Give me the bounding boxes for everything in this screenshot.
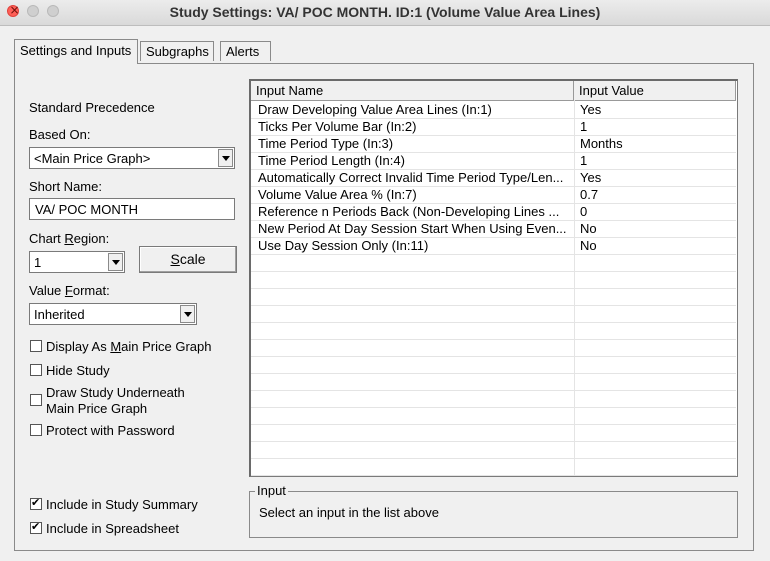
hide-study-label: Hide Study [46,363,110,378]
chart-region-value: 1 [34,255,42,270]
scale-label-part: cale [179,251,206,267]
table-row[interactable]: Volume Value Area % (In:7) 0.7 [251,186,736,204]
chevron-down-icon[interactable] [180,305,195,323]
input-name-cell: Reference n Periods Back (Non-Developing… [258,204,560,219]
input-value-cell[interactable]: 0 [574,203,736,220]
display-as-main-label: Display As Main Price Graph [46,339,211,354]
table-row-empty [251,322,736,340]
table-row-empty [251,458,736,476]
table-row-empty [251,441,736,459]
include-summary-checkbox[interactable] [30,496,42,510]
table-row[interactable]: Reference n Periods Back (Non-Developing… [251,203,736,221]
tab-alerts[interactable]: Alerts [220,41,271,61]
table-row-empty [251,390,736,408]
protect-password-checkbox[interactable] [30,424,42,436]
table-row[interactable]: Time Period Type (In:3) Months [251,135,736,153]
inputs-table-header: Input Name Input Value [251,81,736,101]
standard-precedence-label: Standard Precedence [29,100,155,115]
value-format-label-mnemonic: F [64,283,73,298]
table-row-empty [251,424,736,442]
display-as-main-checkbox[interactable] [30,340,42,352]
input-name-cell: Draw Developing Value Area Lines (In:1) [258,102,492,117]
based-on-value: <Main Price Graph> [34,151,151,166]
value-format-select[interactable]: Inherited [29,303,197,325]
table-row-empty [251,356,736,374]
display-as-main-label-part: ain Price Graph [121,339,212,354]
table-row[interactable]: Ticks Per Volume Bar (In:2) 1 [251,118,736,136]
inputs-table[interactable]: Input Name Input Value Draw Developing V… [249,79,738,477]
input-name-cell: Ticks Per Volume Bar (In:2) [258,119,417,134]
column-header-input-name[interactable]: Input Name [251,81,574,100]
display-as-main-label-mnemonic: M [110,339,122,354]
chart-region-label-part: egion: [73,231,110,246]
table-row-empty [251,305,736,323]
table-row-empty [251,271,736,289]
draw-underneath-label-line1: Draw Study Underneath [46,385,185,400]
input-name-cell: Automatically Correct Invalid Time Perio… [258,170,564,185]
table-row[interactable]: Time Period Length (In:4) 1 [251,152,736,170]
input-box-message: Select an input in the list above [259,505,439,520]
input-name-cell: Time Period Length (In:4) [258,153,405,168]
chart-region-select[interactable]: 1 [29,251,125,273]
draw-underneath-label-line2: Main Price Graph [46,401,148,416]
table-row-empty [251,407,736,425]
input-box-legend: Input [255,483,288,498]
table-row[interactable]: Use Day Session Only (In:11) No [251,237,736,255]
chart-region-label: Chart Region: [29,231,109,246]
chart-region-label-mnemonic: R [64,231,74,246]
input-name-cell: Use Day Session Only (In:11) [258,238,429,253]
value-format-label-part: Value [29,283,65,298]
title-bar: Study Settings: VA/ POC MONTH. ID:1 (Vol… [0,0,770,26]
include-spreadsheet-label: Include in Spreadsheet [46,521,179,536]
window-title: Study Settings: VA/ POC MONTH. ID:1 (Vol… [169,4,601,20]
table-row-empty [251,373,736,391]
input-name-cell: Volume Value Area % (In:7) [258,187,417,202]
input-name-cell: Time Period Type (In:3) [258,136,394,151]
input-value-cell[interactable]: Yes [574,169,736,186]
table-row[interactable]: Automatically Correct Invalid Time Perio… [251,169,736,187]
input-description-box: Input Select an input in the list above [249,483,738,538]
column-header-input-value[interactable]: Input Value [574,81,736,100]
short-name-input[interactable]: VA/ POC MONTH [29,198,235,220]
input-value-cell[interactable]: Yes [574,101,736,118]
value-format-label-part: ormat: [72,283,110,298]
table-row-empty [251,254,736,272]
short-name-label: Short Name: [29,179,102,194]
table-row[interactable]: Draw Developing Value Area Lines (In:1) … [251,101,736,119]
chart-region-label-part: Chart [29,231,65,246]
input-value-cell[interactable]: 1 [574,152,736,169]
chevron-down-icon[interactable] [108,253,123,271]
scale-button[interactable]: Scale [139,246,237,273]
draw-underneath-checkbox[interactable] [30,394,42,406]
include-summary-label: Include in Study Summary [46,497,198,512]
input-name-cell: New Period At Day Session Start When Usi… [258,221,567,236]
table-row[interactable]: New Period At Day Session Start When Usi… [251,220,736,238]
input-value-cell[interactable]: 0.7 [574,186,736,203]
table-row-empty [251,288,736,306]
input-value-cell[interactable]: No [574,237,736,254]
chevron-down-icon[interactable] [218,149,233,167]
scale-label-mnemonic: S [170,251,180,267]
include-spreadsheet-checkbox[interactable] [30,520,42,534]
protect-password-label: Protect with Password [46,423,175,438]
based-on-label: Based On: [29,127,91,142]
tab-subgraphs[interactable]: Subgraphs [140,41,214,61]
table-row-empty [251,339,736,357]
value-format-value: Inherited [34,307,85,322]
based-on-select[interactable]: <Main Price Graph> [29,147,235,169]
tab-settings-and-inputs[interactable]: Settings and Inputs [14,39,138,64]
input-value-cell[interactable]: No [574,220,736,237]
input-value-cell[interactable]: Months [574,135,736,152]
display-as-main-label-part: Display As [46,339,111,354]
input-value-cell[interactable]: 1 [574,118,736,135]
value-format-label: Value Format: [29,283,110,298]
hide-study-checkbox[interactable] [30,364,42,376]
